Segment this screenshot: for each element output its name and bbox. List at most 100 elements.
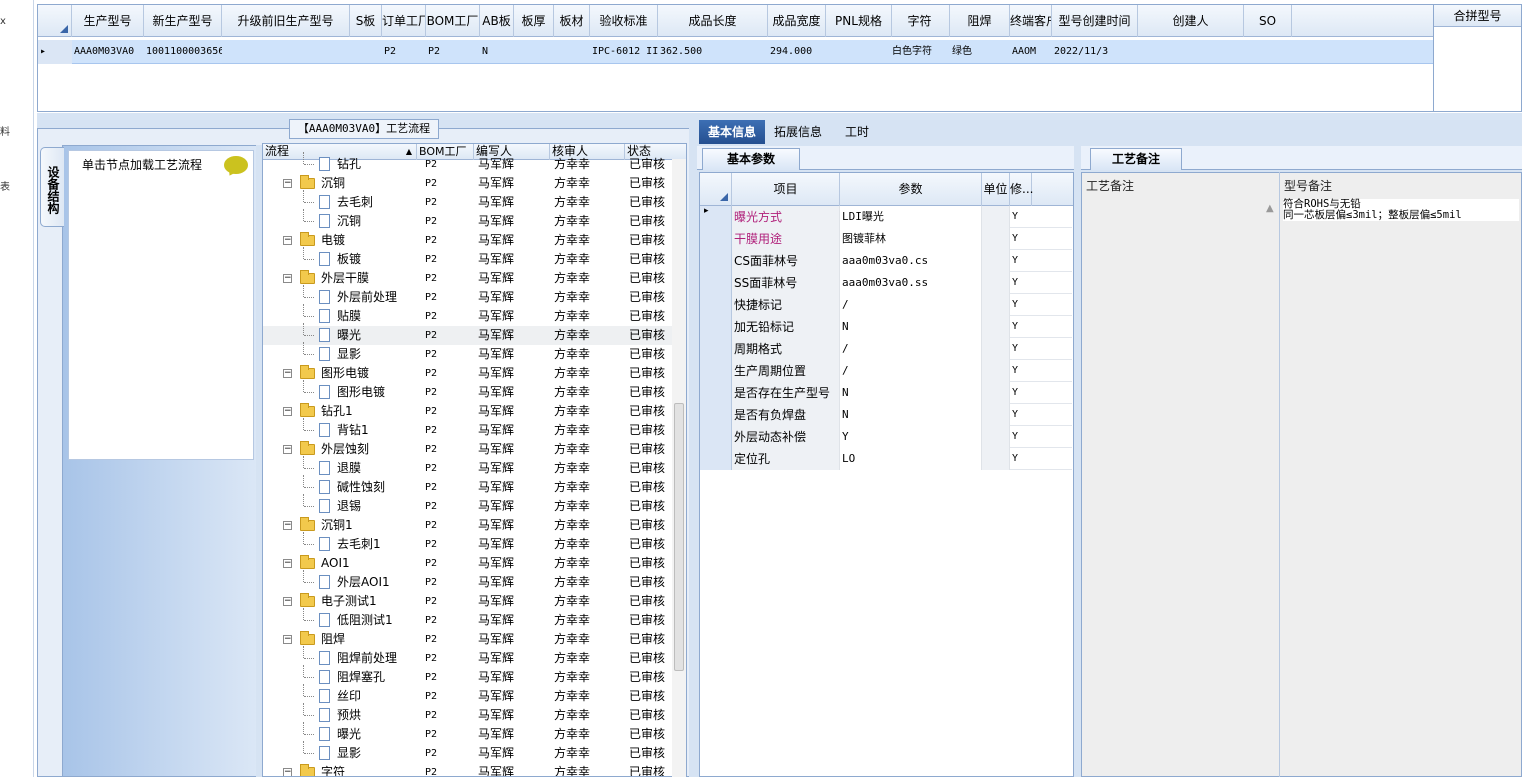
tree-row[interactable]: 贴膜 P2 马军辉 方幸幸 已审核 xyxy=(263,304,673,326)
param-modify[interactable]: Y xyxy=(1010,448,1032,470)
table-cell[interactable]: AAA0M03VA0 xyxy=(72,40,144,64)
tree-row[interactable]: 退膜 P2 马军辉 方幸幸 已审核 xyxy=(263,456,673,478)
col-header-modify[interactable]: 修... xyxy=(1010,173,1033,206)
nav-label[interactable]: 表 xyxy=(0,178,10,193)
collapse-icon[interactable]: − xyxy=(283,179,292,188)
table-cell[interactable] xyxy=(1138,40,1244,64)
table-row[interactable]: ▸ AAA0M03VA0 10011000036563 P2 P2 N IPC-6012 I… xyxy=(38,40,1433,64)
tree-row[interactable]: − 电子测试1 P2 马军辉 方幸幸 已审核 xyxy=(263,592,673,611)
table-cell[interactable]: 362.500 xyxy=(658,40,768,64)
param-value[interactable]: / xyxy=(840,338,982,360)
col-header[interactable]: 板厚 xyxy=(514,5,554,37)
param-row[interactable]: 加无铅标记 N Y xyxy=(700,316,1072,338)
param-row[interactable]: CS面菲林号 aaa0m03va0.cs Y xyxy=(700,250,1072,272)
tree-row[interactable]: 显影 P2 马军辉 方幸幸 已审核 xyxy=(263,741,673,763)
param-row[interactable]: 是否有负焊盘 N Y xyxy=(700,404,1072,426)
param-modify[interactable]: Y xyxy=(1010,426,1032,448)
table-cell[interactable] xyxy=(1244,40,1292,64)
param-modify[interactable]: Y xyxy=(1010,294,1032,316)
tree-row[interactable]: 曝光 P2 马军辉 方幸幸 已审核 xyxy=(263,323,673,345)
col-header[interactable]: 字符 xyxy=(890,5,950,37)
tree-row[interactable]: 退锡 P2 马军辉 方幸幸 已审核 xyxy=(263,494,673,516)
col-header[interactable]: 成品宽度 xyxy=(768,5,826,37)
param-unit[interactable] xyxy=(982,294,1010,316)
tree-row[interactable]: 图形电镀 P2 马军辉 方幸幸 已审核 xyxy=(263,380,673,402)
table-cell[interactable]: 294.000 xyxy=(768,40,826,64)
tree-row[interactable]: − AOI1 P2 马军辉 方幸幸 已审核 xyxy=(263,554,673,573)
col-header[interactable]: PNL规格 xyxy=(826,5,892,37)
param-unit[interactable] xyxy=(982,250,1010,272)
table-cell[interactable]: 白色字符 xyxy=(890,40,950,64)
table-cell[interactable] xyxy=(222,40,350,64)
tree-row[interactable]: 外层AOI1 P2 马军辉 方幸幸 已审核 xyxy=(263,570,673,592)
tree-row[interactable]: 外层前处理 P2 马军辉 方幸幸 已审核 xyxy=(263,285,673,307)
col-header[interactable]: 订单工厂 xyxy=(382,5,426,37)
table-cell[interactable]: 绿色 xyxy=(950,40,1010,64)
tree-row[interactable]: − 外层蚀刻 P2 马军辉 方幸幸 已审核 xyxy=(263,440,673,459)
tree-row[interactable]: 阻焊前处理 P2 马军辉 方幸幸 已审核 xyxy=(263,646,673,668)
model-remarks-text[interactable]: 符合ROHS与无铅 同一芯板层偏≤3mil；整板层偏≤5mil xyxy=(1283,199,1519,221)
param-row[interactable]: 是否存在生产型号 N Y xyxy=(700,382,1072,404)
collapse-icon[interactable]: − xyxy=(283,445,292,454)
nav-label[interactable]: 料 xyxy=(0,123,10,138)
tree-row[interactable]: − 图形电镀 P2 马军辉 方幸幸 已审核 xyxy=(263,364,673,383)
param-row[interactable]: 快捷标记 / Y xyxy=(700,294,1072,316)
tree-row[interactable]: − 钻孔1 P2 马军辉 方幸幸 已审核 xyxy=(263,402,673,421)
tree-row[interactable]: − 外层干膜 P2 马军辉 方幸幸 已审核 xyxy=(263,269,673,288)
param-value[interactable]: / xyxy=(840,360,982,382)
param-modify[interactable]: Y xyxy=(1010,382,1032,404)
col-header-unit[interactable]: 单位 xyxy=(982,173,1010,206)
tree-row[interactable]: 去毛刺1 P2 马军辉 方幸幸 已审核 xyxy=(263,532,673,554)
param-unit[interactable] xyxy=(982,404,1010,426)
param-unit[interactable] xyxy=(982,448,1010,470)
tree-row[interactable]: 丝印 P2 马军辉 方幸幸 已审核 xyxy=(263,684,673,706)
tree-row[interactable]: 低阻测试1 P2 马军辉 方幸幸 已审核 xyxy=(263,608,673,630)
param-unit[interactable] xyxy=(982,206,1010,228)
tree-row[interactable]: 沉铜 P2 马军辉 方幸幸 已审核 xyxy=(263,209,673,231)
param-unit[interactable] xyxy=(982,272,1010,294)
param-value[interactable]: N xyxy=(840,382,982,404)
tree-row[interactable]: 碱性蚀刻 P2 马军辉 方幸幸 已审核 xyxy=(263,475,673,497)
col-header[interactable]: 验收标准 xyxy=(590,5,658,37)
param-row[interactable]: 干膜用途 图镀菲林 Y xyxy=(700,228,1072,250)
param-modify[interactable]: Y xyxy=(1010,316,1032,338)
col-header[interactable]: S板 xyxy=(350,5,382,37)
collapse-icon[interactable]: − xyxy=(283,369,292,378)
param-unit[interactable] xyxy=(982,316,1010,338)
param-modify[interactable]: Y xyxy=(1010,404,1032,426)
col-header[interactable]: 新生产型号 xyxy=(144,5,222,37)
collapse-icon[interactable]: − xyxy=(283,407,292,416)
col-header[interactable]: SO xyxy=(1244,5,1292,37)
param-unit[interactable] xyxy=(982,382,1010,404)
param-modify[interactable]: Y xyxy=(1010,250,1032,272)
param-modify[interactable]: Y xyxy=(1010,272,1032,294)
param-modify[interactable]: Y xyxy=(1010,228,1032,250)
tree-row[interactable]: − 阻焊 P2 马军辉 方幸幸 已审核 xyxy=(263,630,673,649)
tab-basic-params[interactable]: 基本参数 xyxy=(702,148,800,170)
col-header[interactable]: 成品长度 xyxy=(658,5,768,37)
table-cell[interactable]: AAOM xyxy=(1010,40,1052,64)
param-modify[interactable]: Y xyxy=(1010,338,1032,360)
param-value[interactable]: N xyxy=(840,404,982,426)
tab-equipment-structure[interactable]: 设备结构 xyxy=(40,147,64,227)
table-cell[interactable]: 10011000036563 xyxy=(144,40,222,64)
tree-row[interactable]: − 字符 P2 马军辉 方幸幸 已审核 xyxy=(263,763,673,776)
table-cell[interactable]: IPC-6012 II级 xyxy=(590,40,658,64)
tree-row[interactable]: − 沉铜1 P2 马军辉 方幸幸 已审核 xyxy=(263,516,673,535)
param-value[interactable]: 图镀菲林 xyxy=(840,228,982,250)
tree-row[interactable]: 板镀 P2 马军辉 方幸幸 已审核 xyxy=(263,247,673,269)
tab-basic-info[interactable]: 基本信息 xyxy=(699,120,765,144)
col-header[interactable]: 升级前旧生产型号 xyxy=(222,5,350,37)
tree-row[interactable]: 去毛刺 P2 马军辉 方幸幸 已审核 xyxy=(263,190,673,212)
param-value[interactable]: LDI曝光 xyxy=(840,206,982,228)
param-value[interactable]: / xyxy=(840,294,982,316)
param-modify[interactable]: Y xyxy=(1010,360,1032,382)
tree-row[interactable]: − 电镀 P2 马军辉 方幸幸 已审核 xyxy=(263,231,673,250)
table-cell[interactable]: P2 xyxy=(382,40,426,64)
tree-row[interactable]: 钻孔 P2 马军辉 方幸幸 已审核 xyxy=(263,152,673,174)
param-unit[interactable] xyxy=(982,360,1010,382)
param-unit[interactable] xyxy=(982,338,1010,360)
col-header[interactable]: 型号创建时间 xyxy=(1052,5,1138,37)
collapse-icon[interactable]: − xyxy=(283,521,292,530)
col-header[interactable]: AB板 xyxy=(480,5,514,37)
